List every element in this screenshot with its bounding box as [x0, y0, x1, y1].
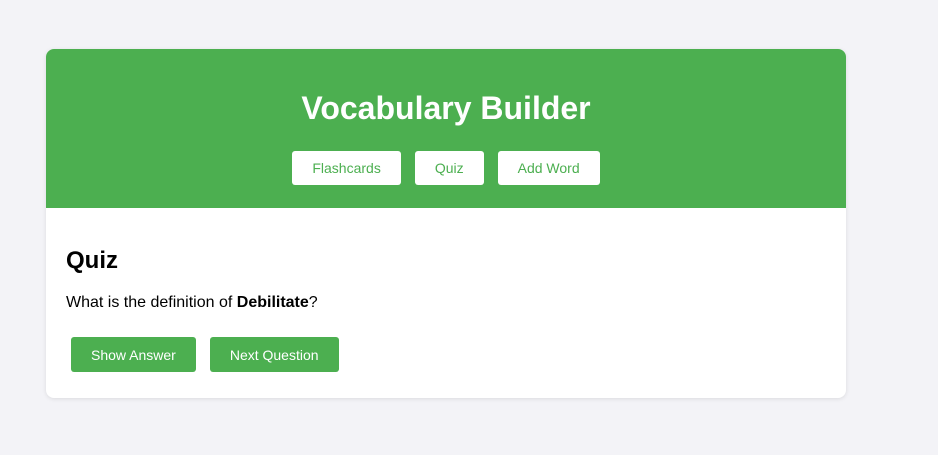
quiz-word: Debilitate	[236, 294, 309, 311]
quiz-section: Quiz What is the definition of Debilitat…	[46, 208, 846, 398]
quiz-button[interactable]: Quiz	[414, 151, 484, 185]
app-header: Vocabulary Builder Flashcards Quiz Add W…	[46, 49, 846, 208]
question-suffix: ?	[308, 294, 318, 311]
nav-bar: Flashcards Quiz Add Word	[46, 151, 846, 185]
question-prefix: What is the definition of	[66, 294, 237, 311]
quiz-actions: Show Answer Next Question	[71, 337, 339, 372]
next-question-button[interactable]: Next Question	[209, 337, 339, 372]
add-word-button[interactable]: Add Word	[497, 151, 600, 185]
app-title: Vocabulary Builder	[301, 90, 591, 126]
flashcards-button[interactable]: Flashcards	[292, 151, 401, 185]
app-card: Vocabulary Builder Flashcards Quiz Add W…	[46, 49, 846, 398]
section-title: Quiz	[66, 247, 118, 274]
show-answer-button[interactable]: Show Answer	[71, 337, 196, 372]
quiz-question: What is the definition of Debilitate?	[66, 293, 318, 313]
